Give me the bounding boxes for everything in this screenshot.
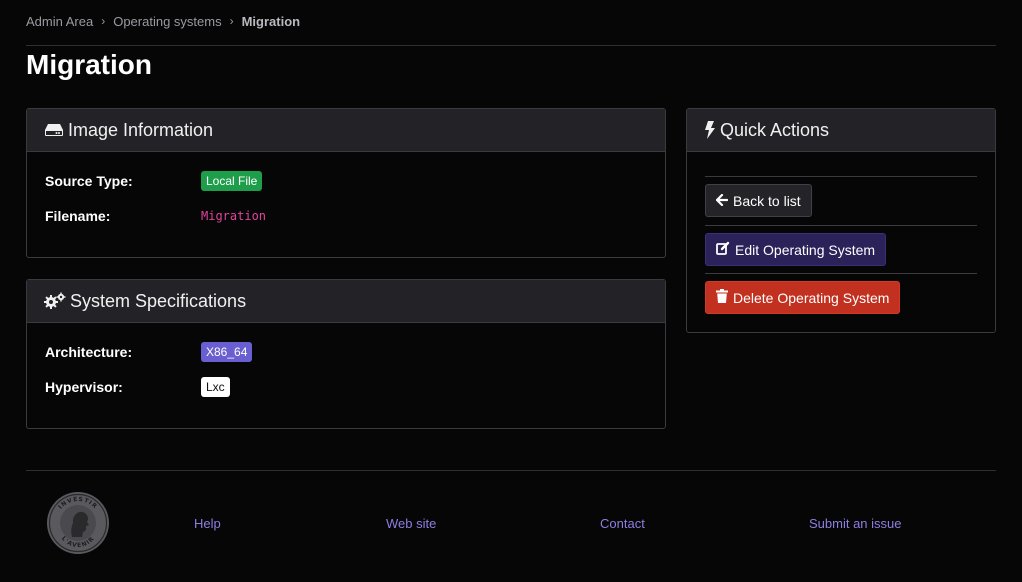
- header-divider: [26, 45, 996, 46]
- breadcrumb-current: Migration: [241, 13, 301, 29]
- quick-actions-card: Quick Actions Back to list Edit Operatin…: [686, 108, 996, 333]
- divider: [705, 273, 977, 274]
- card-title: System Specifications: [70, 290, 247, 311]
- footer-link-web-site[interactable]: Web site: [386, 516, 436, 531]
- investir-lavenir-logo: INVESTIR L'AVENIR: [46, 491, 110, 555]
- delete-operating-system-button[interactable]: Delete Operating System: [705, 281, 901, 314]
- card-header: Image Information: [27, 109, 665, 152]
- edit-icon: [716, 241, 730, 258]
- filename-value: Migration: [201, 209, 267, 223]
- card-title: Quick Actions: [720, 119, 830, 140]
- hypervisor-label: Hypervisor:: [45, 379, 123, 395]
- card-title: Image Information: [68, 119, 214, 140]
- footer-link-submit-issue[interactable]: Submit an issue: [809, 516, 902, 531]
- trash-icon: [716, 289, 728, 306]
- filename-row: Filename: Migration: [45, 205, 266, 227]
- breadcrumb-operating-systems[interactable]: Operating systems: [113, 14, 221, 29]
- hdd-icon: [44, 123, 64, 137]
- bolt-icon: [704, 121, 716, 139]
- footer-link-help[interactable]: Help: [194, 516, 221, 531]
- chevron-right-icon: ›: [229, 14, 234, 28]
- back-to-list-label: Back to list: [733, 192, 801, 209]
- cogs-icon: [44, 292, 66, 310]
- architecture-row: Architecture: X86_64: [45, 341, 253, 363]
- card-header: System Specifications: [27, 280, 665, 323]
- breadcrumb-admin-area[interactable]: Admin Area: [26, 14, 93, 29]
- filename-label: Filename:: [45, 208, 111, 224]
- chevron-right-icon: ›: [101, 14, 106, 28]
- source-type-badge: Local File: [201, 171, 263, 191]
- architecture-badge: X86_64: [201, 342, 253, 362]
- image-information-card: Image Information Source Type: Local Fil…: [26, 108, 666, 258]
- back-to-list-button[interactable]: Back to list: [705, 184, 812, 217]
- card-header: Quick Actions: [687, 109, 995, 152]
- divider: [705, 225, 977, 226]
- footer-divider: [26, 470, 996, 471]
- hypervisor-badge: Lxc: [201, 377, 230, 397]
- source-type-label: Source Type:: [45, 173, 133, 189]
- system-specifications-card: System Specifications Architecture: X86_…: [26, 279, 666, 429]
- hypervisor-row: Hypervisor: Lxc: [45, 376, 230, 398]
- architecture-label: Architecture:: [45, 344, 133, 360]
- delete-operating-system-label: Delete Operating System: [733, 289, 890, 306]
- footer-link-contact[interactable]: Contact: [600, 516, 645, 531]
- source-type-row: Source Type: Local File: [45, 170, 263, 192]
- edit-operating-system-button[interactable]: Edit Operating System: [705, 233, 887, 266]
- page-title: Migration: [26, 49, 152, 80]
- arrow-left-icon: [715, 193, 729, 209]
- breadcrumb: Admin Area › Operating systems › Migrati…: [26, 12, 300, 30]
- divider: [705, 176, 977, 177]
- edit-operating-system-label: Edit Operating System: [735, 241, 876, 258]
